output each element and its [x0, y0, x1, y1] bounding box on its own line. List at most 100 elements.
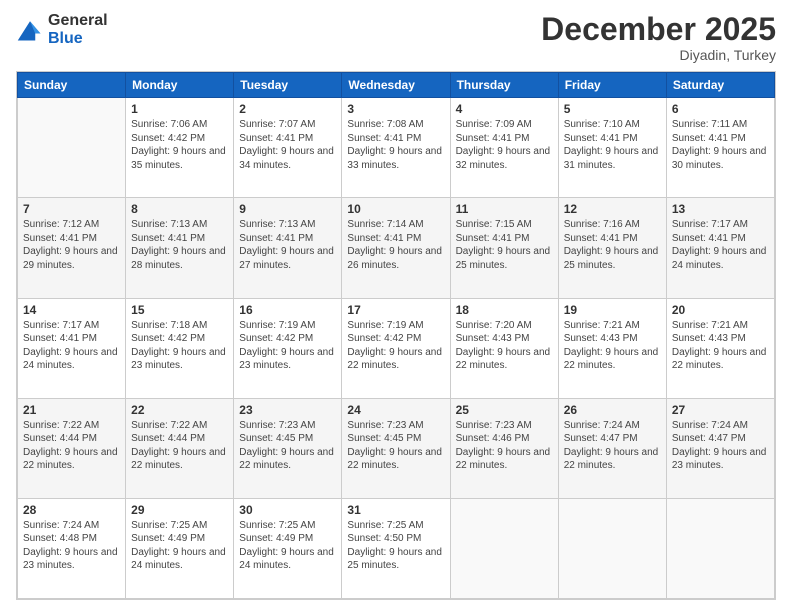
- day-number: 8: [131, 202, 228, 216]
- calendar-cell: 9 Sunrise: 7:13 AMSunset: 4:41 PMDaylight…: [234, 198, 342, 298]
- logo-general: General: [48, 12, 108, 30]
- calendar-cell: 21Sunrise: 7:22 AMSunset: 4:44 PMDayligh…: [18, 398, 126, 498]
- day-info: Sunrise: 7:25 AMSunset: 4:49 PMDaylight:…: [239, 519, 336, 573]
- day-info: Sunrise: 7:24 AMSunset: 4:47 PMDaylight:…: [672, 419, 769, 473]
- day-number: 27: [672, 403, 769, 417]
- calendar-cell: 15Sunrise: 7:18 AMSunset: 4:42 PMDayligh…: [126, 298, 234, 398]
- calendar-cell: 25Sunrise: 7:23 AMSunset: 4:46 PMDayligh…: [450, 398, 558, 498]
- day-info: Sunrise: 7:21 AMSunset: 4:43 PMDaylight:…: [564, 319, 661, 373]
- day-number: 13: [672, 202, 769, 216]
- day-info: Sunrise: 7:11 AMSunset: 4:41 PMDaylight:…: [672, 118, 769, 172]
- calendar-cell: 5 Sunrise: 7:10 AMSunset: 4:41 PMDaylight…: [558, 98, 666, 198]
- day-info: Sunrise: 7:24 AMSunset: 4:47 PMDaylight:…: [564, 419, 661, 473]
- day-info: Sunrise: 7:24 AMSunset: 4:48 PMDaylight:…: [23, 519, 120, 573]
- day-number: 23: [239, 403, 336, 417]
- day-info: Sunrise: 7:06 AMSunset: 4:42 PMDaylight:…: [131, 118, 228, 172]
- day-info: Sunrise: 7:13 AMSunset: 4:41 PMDaylight:…: [239, 218, 336, 272]
- day-number: 6: [672, 102, 769, 116]
- header: General Blue December 2025 Diyadin, Turk…: [16, 12, 776, 63]
- calendar-cell: 23 Sunrise: 7:23 AMSunset: 4:45 PMDayligh…: [234, 398, 342, 498]
- day-number: 28: [23, 503, 120, 517]
- calendar-cell: 17 Sunrise: 7:19 AMSunset: 4:42 PMDayligh…: [342, 298, 450, 398]
- day-number: 9: [239, 202, 336, 216]
- day-info: Sunrise: 7:20 AMSunset: 4:43 PMDaylight:…: [456, 319, 553, 373]
- day-number: 10: [347, 202, 444, 216]
- day-info: Sunrise: 7:09 AMSunset: 4:41 PMDaylight:…: [456, 118, 553, 172]
- day-info: Sunrise: 7:16 AMSunset: 4:41 PMDaylight:…: [564, 218, 661, 272]
- logo-icon: [16, 16, 44, 44]
- calendar-cell: [18, 98, 126, 198]
- calendar-cell: 1 Sunrise: 7:06 AMSunset: 4:42 PMDaylight…: [126, 98, 234, 198]
- calendar-week-row: 7 Sunrise: 7:12 AMSunset: 4:41 PMDaylight…: [18, 198, 775, 298]
- day-number: 1: [131, 102, 228, 116]
- weekday-wednesday: Wednesday: [342, 73, 450, 98]
- day-info: Sunrise: 7:14 AMSunset: 4:41 PMDaylight:…: [347, 218, 444, 272]
- day-number: 25: [456, 403, 553, 417]
- weekday-thursday: Thursday: [450, 73, 558, 98]
- day-number: 20: [672, 303, 769, 317]
- logo: General Blue: [16, 12, 108, 47]
- location: Diyadin, Turkey: [541, 47, 776, 63]
- calendar-cell: [558, 498, 666, 598]
- calendar-cell: 27 Sunrise: 7:24 AMSunset: 4:47 PMDayligh…: [666, 398, 774, 498]
- calendar-cell: 7 Sunrise: 7:12 AMSunset: 4:41 PMDaylight…: [18, 198, 126, 298]
- calendar-cell: 31Sunrise: 7:25 AMSunset: 4:50 PMDayligh…: [342, 498, 450, 598]
- day-info: Sunrise: 7:25 AMSunset: 4:50 PMDaylight:…: [347, 519, 444, 573]
- page: General Blue December 2025 Diyadin, Turk…: [0, 0, 792, 612]
- day-number: 5: [564, 102, 661, 116]
- day-number: 11: [456, 202, 553, 216]
- day-number: 18: [456, 303, 553, 317]
- calendar-week-row: 21Sunrise: 7:22 AMSunset: 4:44 PMDayligh…: [18, 398, 775, 498]
- day-info: Sunrise: 7:23 AMSunset: 4:45 PMDaylight:…: [347, 419, 444, 473]
- logo-blue: Blue: [48, 30, 108, 48]
- day-info: Sunrise: 7:12 AMSunset: 4:41 PMDaylight:…: [23, 218, 120, 272]
- day-info: Sunrise: 7:19 AMSunset: 4:42 PMDaylight:…: [239, 319, 336, 373]
- logo-text: General Blue: [48, 12, 108, 47]
- day-info: Sunrise: 7:23 AMSunset: 4:45 PMDaylight:…: [239, 419, 336, 473]
- day-info: Sunrise: 7:25 AMSunset: 4:49 PMDaylight:…: [131, 519, 228, 573]
- calendar-cell: 4 Sunrise: 7:09 AMSunset: 4:41 PMDaylight…: [450, 98, 558, 198]
- weekday-sunday: Sunday: [18, 73, 126, 98]
- calendar-cell: 28 Sunrise: 7:24 AMSunset: 4:48 PMDayligh…: [18, 498, 126, 598]
- calendar-header: SundayMondayTuesdayWednesdayThursdayFrid…: [18, 73, 775, 98]
- calendar-cell: 13 Sunrise: 7:17 AMSunset: 4:41 PMDayligh…: [666, 198, 774, 298]
- day-info: Sunrise: 7:17 AMSunset: 4:41 PMDaylight:…: [23, 319, 120, 373]
- day-info: Sunrise: 7:19 AMSunset: 4:42 PMDaylight:…: [347, 319, 444, 373]
- day-info: Sunrise: 7:21 AMSunset: 4:43 PMDaylight:…: [672, 319, 769, 373]
- calendar-body: 1 Sunrise: 7:06 AMSunset: 4:42 PMDaylight…: [18, 98, 775, 599]
- calendar-cell: 30Sunrise: 7:25 AMSunset: 4:49 PMDayligh…: [234, 498, 342, 598]
- day-info: Sunrise: 7:10 AMSunset: 4:41 PMDaylight:…: [564, 118, 661, 172]
- day-number: 26: [564, 403, 661, 417]
- day-number: 4: [456, 102, 553, 116]
- calendar-cell: 29 Sunrise: 7:25 AMSunset: 4:49 PMDayligh…: [126, 498, 234, 598]
- weekday-tuesday: Tuesday: [234, 73, 342, 98]
- day-number: 7: [23, 202, 120, 216]
- calendar-cell: 22Sunrise: 7:22 AMSunset: 4:44 PMDayligh…: [126, 398, 234, 498]
- calendar-cell: 2Sunrise: 7:07 AMSunset: 4:41 PMDaylight…: [234, 98, 342, 198]
- calendar-cell: 6 Sunrise: 7:11 AMSunset: 4:41 PMDaylight…: [666, 98, 774, 198]
- calendar-week-row: 28 Sunrise: 7:24 AMSunset: 4:48 PMDayligh…: [18, 498, 775, 598]
- calendar-cell: 24Sunrise: 7:23 AMSunset: 4:45 PMDayligh…: [342, 398, 450, 498]
- calendar-cell: 26 Sunrise: 7:24 AMSunset: 4:47 PMDayligh…: [558, 398, 666, 498]
- day-number: 19: [564, 303, 661, 317]
- calendar-cell: 16 Sunrise: 7:19 AMSunset: 4:42 PMDayligh…: [234, 298, 342, 398]
- day-info: Sunrise: 7:18 AMSunset: 4:42 PMDaylight:…: [131, 319, 228, 373]
- day-info: Sunrise: 7:17 AMSunset: 4:41 PMDaylight:…: [672, 218, 769, 272]
- calendar-cell: 18 Sunrise: 7:20 AMSunset: 4:43 PMDayligh…: [450, 298, 558, 398]
- day-info: Sunrise: 7:08 AMSunset: 4:41 PMDaylight:…: [347, 118, 444, 172]
- calendar-week-row: 14 Sunrise: 7:17 AMSunset: 4:41 PMDayligh…: [18, 298, 775, 398]
- day-number: 14: [23, 303, 120, 317]
- day-info: Sunrise: 7:13 AMSunset: 4:41 PMDaylight:…: [131, 218, 228, 272]
- calendar-week-row: 1 Sunrise: 7:06 AMSunset: 4:42 PMDaylight…: [18, 98, 775, 198]
- weekday-friday: Friday: [558, 73, 666, 98]
- day-number: 16: [239, 303, 336, 317]
- day-info: Sunrise: 7:15 AMSunset: 4:41 PMDaylight:…: [456, 218, 553, 272]
- day-number: 17: [347, 303, 444, 317]
- day-info: Sunrise: 7:22 AMSunset: 4:44 PMDaylight:…: [23, 419, 120, 473]
- title-section: December 2025 Diyadin, Turkey: [541, 12, 776, 63]
- day-info: Sunrise: 7:22 AMSunset: 4:44 PMDaylight:…: [131, 419, 228, 473]
- day-number: 3: [347, 102, 444, 116]
- calendar-cell: [666, 498, 774, 598]
- calendar-cell: [450, 498, 558, 598]
- day-number: 29: [131, 503, 228, 517]
